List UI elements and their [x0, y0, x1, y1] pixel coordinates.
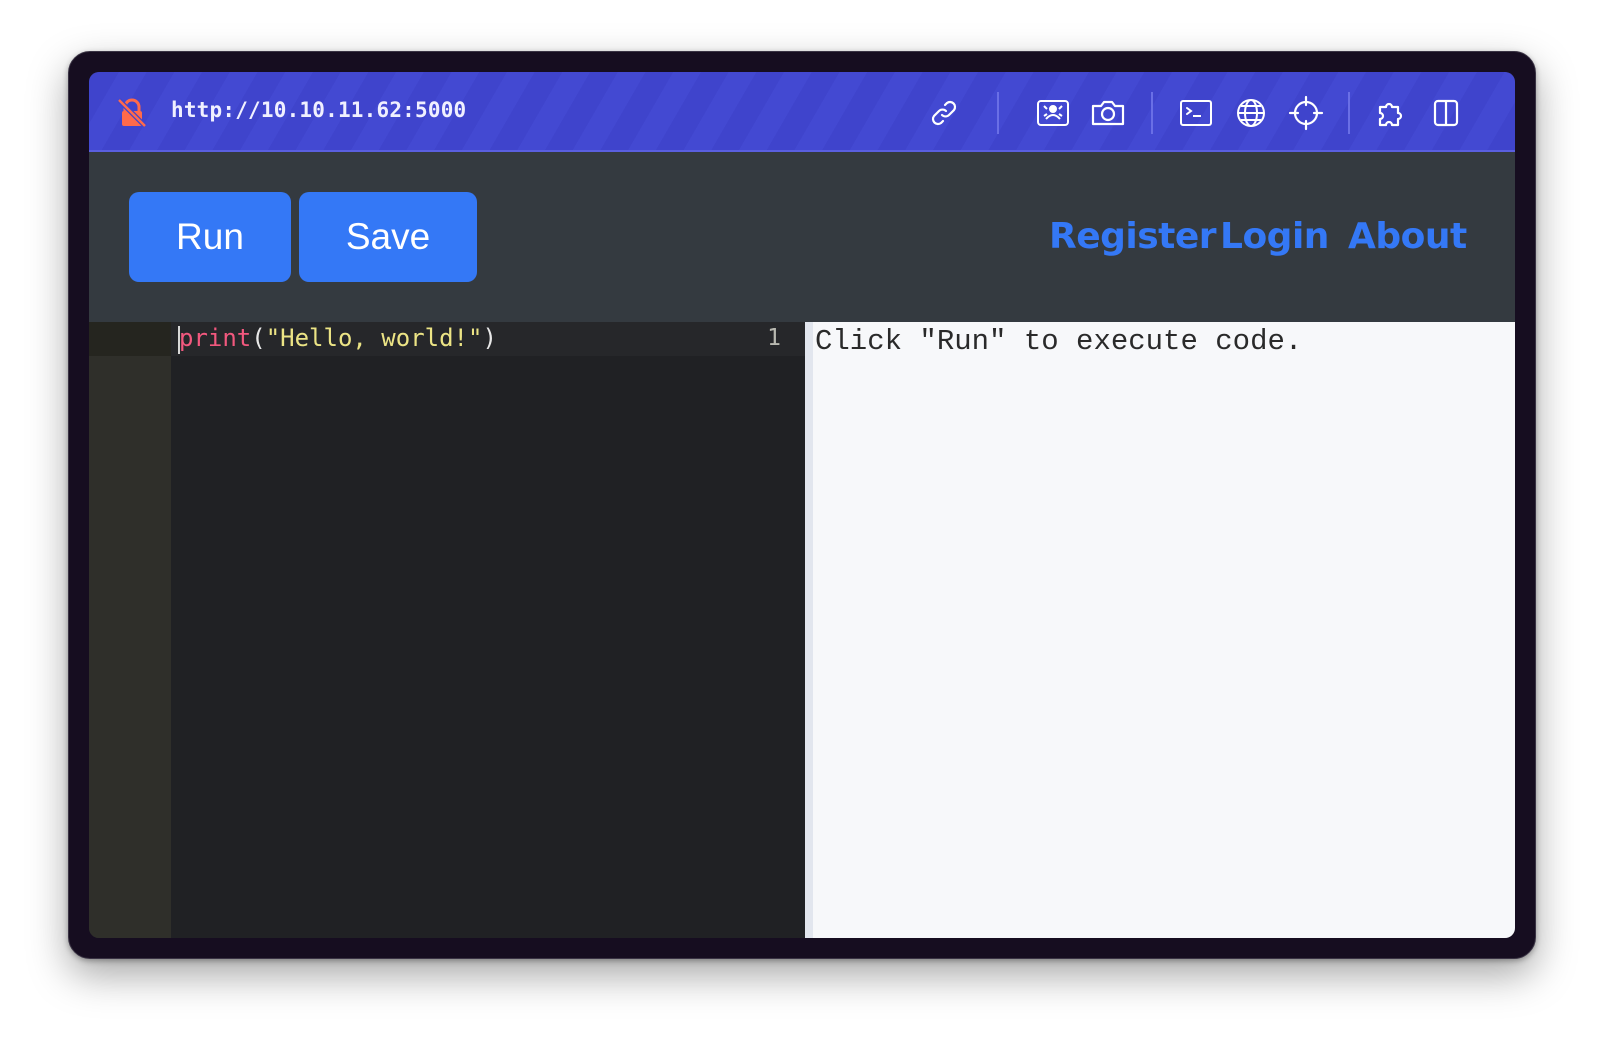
device-frame: http://10.10.11.62:5000 Run Save Registe… — [68, 51, 1536, 959]
terminal-icon[interactable] — [1177, 94, 1215, 132]
puzzle-icon[interactable] — [1373, 94, 1411, 132]
run-button[interactable]: Run — [129, 192, 291, 282]
toolbar-divider — [1151, 92, 1153, 134]
login-link[interactable]: Login — [1220, 216, 1329, 257]
line-number: 1 — [767, 325, 781, 351]
about-link[interactable]: About — [1348, 216, 1467, 257]
register-link[interactable]: Register — [1049, 216, 1217, 257]
output-panel: Click "Run" to execute code. — [805, 322, 1515, 938]
output-text: Click "Run" to execute code. — [815, 325, 1303, 358]
browser-toolbar: http://10.10.11.62:5000 — [89, 72, 1515, 152]
code-token-paren-close: ) — [482, 324, 497, 352]
app-header: Run Save Register Login About — [89, 152, 1515, 322]
active-gutter-highlight — [89, 322, 171, 356]
link-icon[interactable] — [925, 94, 963, 132]
crosshair-icon[interactable] — [1287, 94, 1325, 132]
code-token-paren-open: ( — [251, 324, 266, 352]
code-token-string: "Hello, world!" — [265, 324, 483, 352]
code-line[interactable]: print("Hello, world!") — [179, 324, 497, 352]
url-text[interactable]: http://10.10.11.62:5000 — [171, 98, 466, 122]
toolbar-divider — [997, 92, 999, 134]
globe-icon[interactable] — [1232, 94, 1270, 132]
toolbar-divider — [1348, 92, 1350, 134]
save-button[interactable]: Save — [299, 192, 477, 282]
line-gutter — [89, 322, 171, 938]
camera-icon[interactable] — [1089, 94, 1127, 132]
code-token-function: print — [179, 324, 252, 352]
code-editor[interactable]: 1 print("Hello, world!") — [89, 322, 805, 938]
image-icon[interactable] — [1034, 94, 1072, 132]
lock-off-icon[interactable] — [115, 96, 149, 130]
browser-window: http://10.10.11.62:5000 Run Save Registe… — [89, 72, 1515, 938]
sidebar-icon[interactable] — [1427, 94, 1465, 132]
